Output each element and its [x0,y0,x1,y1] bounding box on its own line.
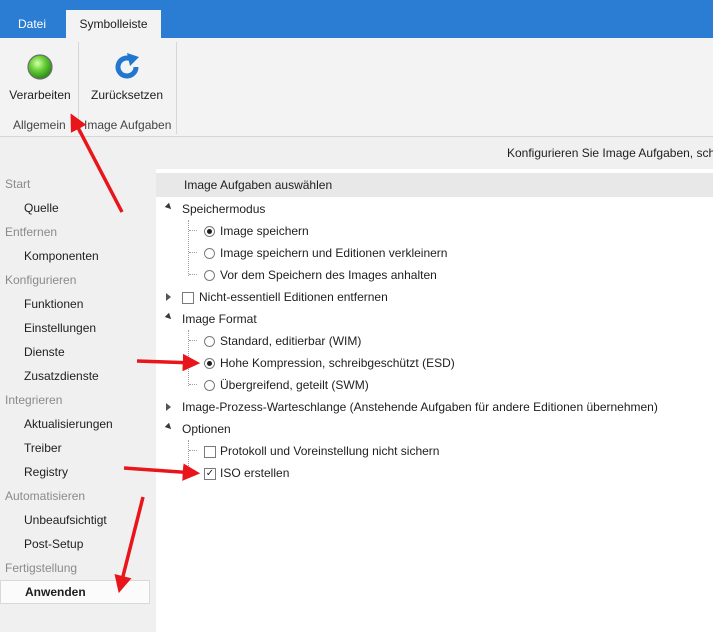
group-label-image-tasks: Image Aufgaben [84,118,172,132]
expand-icon[interactable] [164,422,174,432]
group-image-format: Image Format [182,312,257,326]
process-button[interactable]: Verarbeiten [6,44,74,102]
tree-guide-line [189,274,197,275]
sidebar-item-updates[interactable]: Aktualisierungen [0,412,174,436]
sidebar-category-integrate: Integrieren [5,393,63,407]
option-remove-nonessential[interactable]: Nicht-essentiell Editionen entfernen [199,286,388,308]
radio-format-swm[interactable] [204,380,215,391]
tree-guide-line [189,252,197,253]
tree-guide-line [189,472,197,473]
option-format-swm[interactable]: Übergreifend, geteilt (SWM) [220,374,369,396]
tree-guide-line [188,220,189,276]
option-format-esd[interactable]: Hohe Kompression, schreibgeschützt (ESD) [220,352,455,374]
tab-file[interactable]: Datei [0,10,64,38]
ribbon-divider [78,42,79,134]
sidebar-item-settings[interactable]: Einstellungen [0,316,174,340]
sidebar-item-post-setup[interactable]: Post-Setup [0,532,174,556]
sidebar-item-unattended[interactable]: Unbeaufsichtigt [0,508,174,532]
info-bar: Konfigurieren Sie Image Aufgaben, sch [0,137,713,169]
ribbon: Verarbeiten Zurücksetzen Allgemein Image… [0,38,713,137]
expand-icon[interactable] [164,202,174,212]
option-no-log[interactable]: Protokoll und Voreinstellung nicht siche… [220,440,439,462]
process-button-label: Verarbeiten [9,88,71,102]
option-format-wim[interactable]: Standard, editierbar (WIM) [220,330,361,352]
sidebar-category-finish: Fertigstellung [5,561,78,575]
tree-guide-line [189,450,197,451]
radio-save-image[interactable] [204,226,215,237]
sidebar-item-extra-services[interactable]: Zusatzdienste [0,364,174,388]
option-create-iso[interactable]: ISO erstellen [220,462,289,484]
option-save-trim[interactable]: Image speichern und Editionen verkleiner… [220,242,447,264]
info-text: Konfigurieren Sie Image Aufgaben, sch [507,146,713,160]
collapse-icon[interactable] [166,293,171,301]
checkbox-create-iso[interactable]: ✓ [204,468,216,480]
panel-title: Image Aufgaben auswählen [184,178,333,192]
sidebar-category-automate: Automatisieren [5,489,86,503]
refresh-icon [115,53,139,79]
sidebar-item-services[interactable]: Dienste [0,340,174,364]
tree-guide-line [188,440,189,474]
green-orb-icon [27,54,53,80]
sidebar-item-components[interactable]: Komponenten [0,244,174,268]
sidebar-item-functions[interactable]: Funktionen [0,292,174,316]
tab-toolbar[interactable]: Symbolleiste [66,10,161,38]
group-save-mode: Speichermodus [182,202,266,216]
radio-stop-before[interactable] [204,270,215,281]
option-stop-before[interactable]: Vor dem Speichern des Images anhalten [220,264,437,286]
sidebar-category-remove: Entfernen [5,225,58,239]
group-options: Optionen [182,422,231,436]
reset-button-label: Zurücksetzen [90,88,164,102]
option-save-image[interactable]: Image speichern [220,220,309,242]
panel-header: Image Aufgaben auswählen [156,173,713,197]
radio-format-wim[interactable] [204,336,215,347]
tree-guide-line [189,384,197,385]
sidebar-category-configure: Konfigurieren [5,273,77,287]
sidebar-item-registry[interactable]: Registry [0,460,174,484]
expand-icon[interactable] [164,312,174,322]
sidebar-category-start: Start [5,177,31,191]
radio-save-trim[interactable] [204,248,215,259]
checkbox-remove-nonessential[interactable] [182,292,194,304]
ribbon-tab-bar: Datei Symbolleiste [0,0,713,38]
sidebar: Start Quelle Entfernen Komponenten Konfi… [0,169,156,632]
task-panel: Image Aufgaben auswählen Speichermodus I… [156,169,713,632]
sidebar-item-drivers[interactable]: Treiber [0,436,174,460]
sidebar-item-source[interactable]: Quelle [0,196,174,220]
tree-guide-line [189,230,197,231]
group-process-queue[interactable]: Image-Prozess-Warteschlange (Anstehende … [182,396,658,418]
sidebar-item-apply[interactable]: Anwenden [0,580,150,604]
tree-guide-line [189,362,197,363]
tree-guide-line [189,340,197,341]
checkbox-no-log[interactable] [204,446,216,458]
tree-guide-line [188,330,189,386]
group-label-general: Allgemein [13,118,66,132]
ribbon-divider [176,42,177,134]
radio-format-esd[interactable] [204,358,215,369]
reset-button[interactable]: Zurücksetzen [86,44,168,102]
collapse-icon[interactable] [166,403,171,411]
